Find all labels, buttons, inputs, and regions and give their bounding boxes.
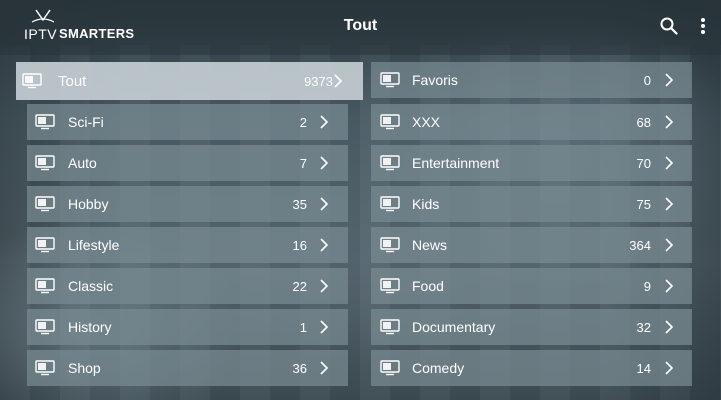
more-options-button[interactable]: [692, 15, 714, 37]
chevron-right-icon: [334, 74, 343, 88]
tv-icon: [35, 319, 55, 335]
category-row[interactable]: XXX 68: [371, 104, 692, 140]
chevron-right-icon: [665, 156, 674, 170]
chevron-right-icon: [665, 279, 674, 293]
chevron-right-icon: [665, 115, 674, 129]
chevron-right-icon: [320, 238, 329, 252]
category-count: 68: [636, 115, 651, 130]
tv-icon: [35, 196, 55, 212]
category-row[interactable]: Sci-Fi 2: [27, 104, 348, 140]
top-bar: IPTV SMARTERS Tout: [0, 0, 721, 55]
tv-icon: [35, 360, 55, 376]
tv-icon: [380, 360, 400, 376]
chevron-right-icon: [320, 320, 329, 334]
tv-icon: [22, 73, 42, 89]
tv-icon: [35, 237, 55, 253]
category-count: 9: [643, 279, 651, 294]
category-row[interactable]: Favoris 0: [371, 62, 692, 98]
chevron-right-icon: [665, 238, 674, 252]
chevron-right-icon: [320, 279, 329, 293]
search-button[interactable]: [658, 15, 680, 37]
category-row[interactable]: Auto 7: [27, 145, 348, 181]
category-count: 35: [292, 197, 307, 212]
category-label: Auto: [68, 155, 97, 171]
chevron-right-icon: [320, 115, 329, 129]
tv-icon: [380, 155, 400, 171]
category-label: Food: [412, 278, 444, 294]
category-label: Classic: [68, 278, 114, 294]
category-count: 22: [292, 279, 307, 294]
tv-icon: [35, 155, 55, 171]
category-count: 70: [636, 156, 651, 171]
chevron-right-icon: [320, 361, 329, 375]
category-count: 9373: [304, 74, 333, 89]
category-label: Tout: [58, 73, 87, 90]
category-label: Documentary: [412, 319, 496, 335]
category-row[interactable]: Classic 22: [27, 268, 348, 304]
category-row[interactable]: News 364: [371, 227, 692, 263]
category-row[interactable]: Hobby 35: [27, 186, 348, 222]
category-count: 14: [636, 361, 651, 376]
category-row[interactable]: Shop 36: [27, 350, 348, 386]
tv-icon: [380, 319, 400, 335]
category-row[interactable]: Kids 75: [371, 186, 692, 222]
category-row[interactable]: Tout 9373: [16, 62, 363, 100]
category-count: 36: [292, 361, 307, 376]
category-count: 0: [643, 73, 651, 88]
more-vertical-icon: [701, 18, 705, 34]
category-label: Kids: [412, 196, 440, 212]
category-label: Sci-Fi: [68, 114, 104, 130]
category-label: News: [412, 237, 448, 253]
chevron-right-icon: [320, 156, 329, 170]
category-count: 1: [299, 320, 307, 335]
category-label: Shop: [68, 360, 101, 376]
page-title: Tout: [343, 17, 378, 34]
tv-icon: [380, 196, 400, 212]
tv-icon: [380, 114, 400, 130]
category-label: History: [68, 319, 112, 335]
category-count: 32: [636, 320, 651, 335]
category-count: 2: [299, 115, 307, 130]
category-row[interactable]: Entertainment 70: [371, 145, 692, 181]
search-icon: [660, 17, 678, 35]
tv-icon: [35, 278, 55, 294]
category-label: Comedy: [412, 360, 465, 376]
chevron-right-icon: [665, 197, 674, 211]
category-row[interactable]: History 1: [27, 309, 348, 345]
category-label: Entertainment: [412, 155, 500, 171]
category-label: Hobby: [68, 196, 109, 212]
category-label: XXX: [412, 114, 441, 130]
chevron-right-icon: [665, 361, 674, 375]
tv-icon: [380, 278, 400, 294]
category-row[interactable]: Food 9: [371, 268, 692, 304]
category-row[interactable]: Documentary 32: [371, 309, 692, 345]
chevron-right-icon: [665, 320, 674, 334]
tv-icon: [380, 72, 400, 88]
category-label: Favoris: [412, 72, 458, 88]
category-row[interactable]: Comedy 14: [371, 350, 692, 386]
category-count: 16: [292, 238, 307, 253]
category-row[interactable]: Lifestyle 16: [27, 227, 348, 263]
tv-icon: [380, 237, 400, 253]
category-count: 75: [636, 197, 651, 212]
chevron-right-icon: [665, 73, 674, 87]
category-count: 364: [629, 238, 651, 253]
chevron-right-icon: [320, 197, 329, 211]
category-count: 7: [299, 156, 307, 171]
category-label: Lifestyle: [68, 237, 120, 253]
tv-icon: [35, 114, 55, 130]
